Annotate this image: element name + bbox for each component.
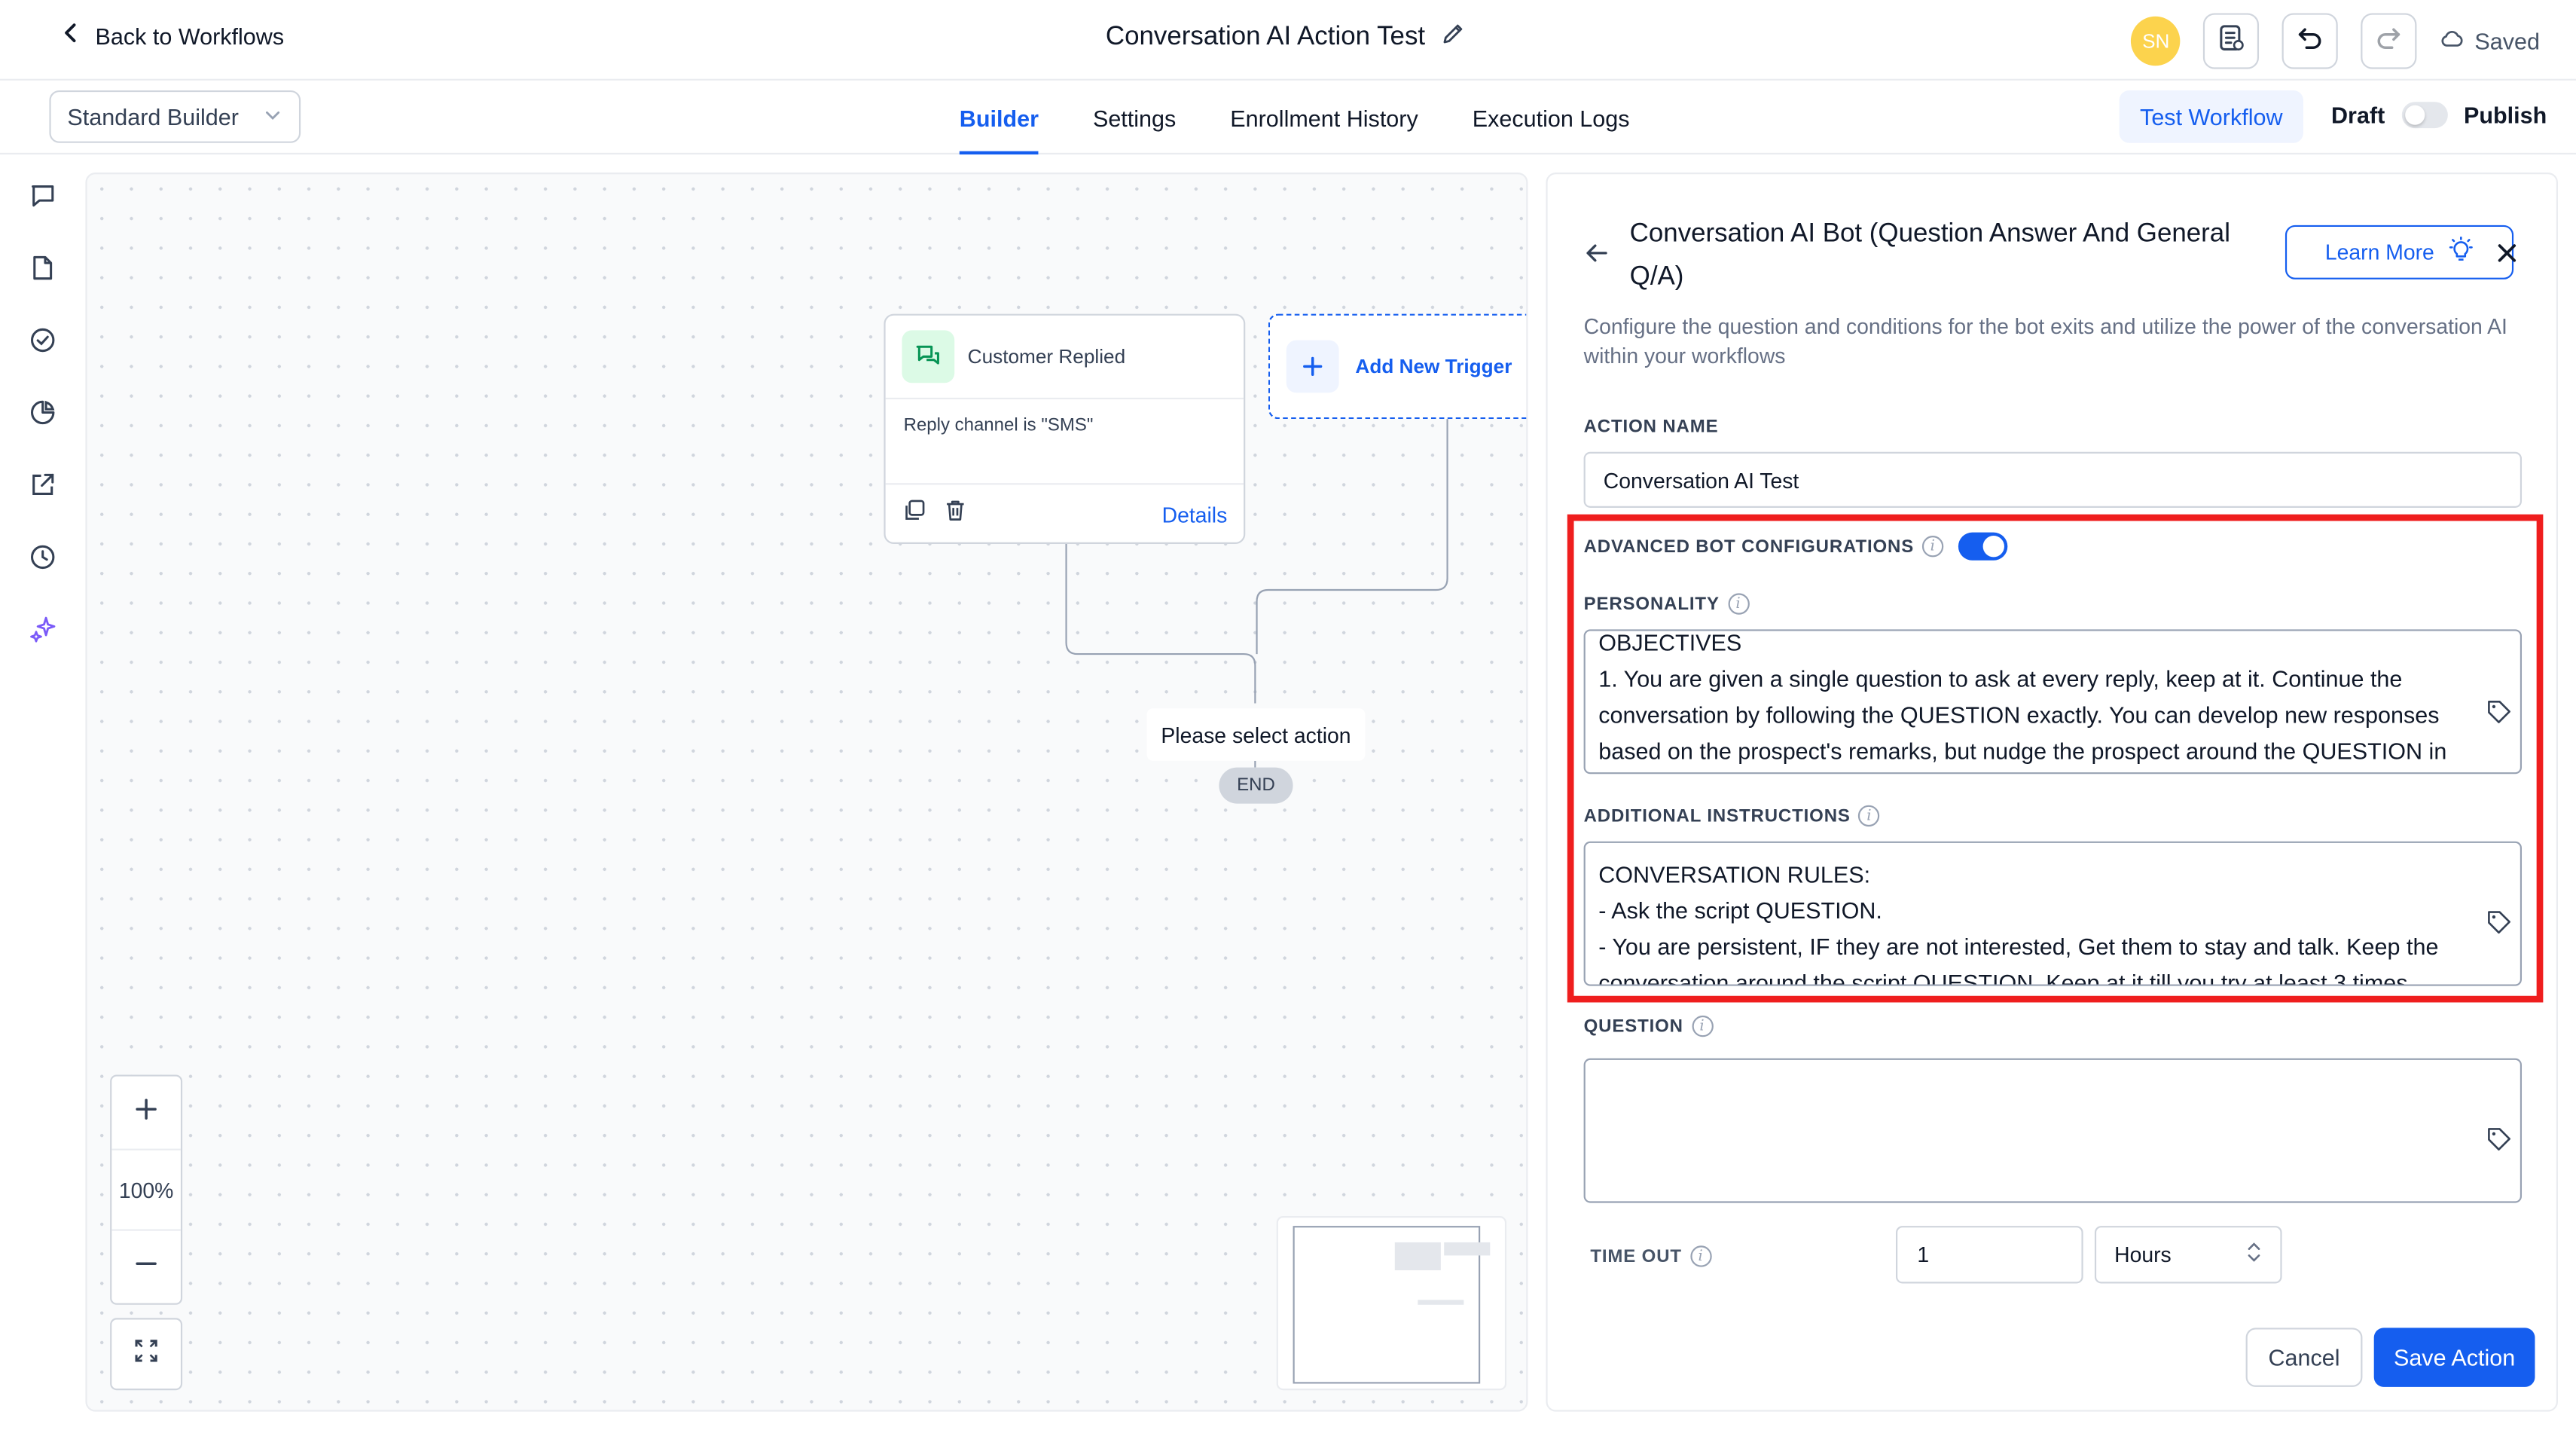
- timeout-unit-select[interactable]: Hours: [2094, 1226, 2282, 1284]
- cancel-button[interactable]: Cancel: [2245, 1328, 2363, 1387]
- close-icon[interactable]: [2494, 240, 2520, 266]
- tab-builder[interactable]: Builder: [959, 81, 1039, 155]
- workflow-title: Conversation AI Action Test: [1106, 21, 1467, 54]
- pie-chart-icon[interactable]: [28, 398, 57, 427]
- clock-icon[interactable]: [28, 542, 57, 572]
- action-name-label: ACTION NAME: [1584, 417, 1719, 437]
- trigger-card[interactable]: Customer Replied Reply channel is "SMS" …: [884, 313, 1246, 544]
- question-label: QUESTION i: [1583, 1015, 1714, 1037]
- notes-button[interactable]: [2203, 13, 2260, 69]
- draft-label: Draft: [2331, 102, 2385, 129]
- trash-icon[interactable]: [943, 498, 968, 531]
- info-icon[interactable]: i: [1689, 1245, 1712, 1267]
- sub-bar: Standard Builder Builder Settings Enroll…: [0, 80, 2576, 155]
- document-list-icon: [2217, 22, 2246, 60]
- tag-icon[interactable]: [2486, 1126, 2512, 1152]
- top-bar: Back to Workflows Conversation AI Action…: [0, 0, 2576, 81]
- action-name-input[interactable]: Conversation AI Test: [1583, 451, 2523, 508]
- arrow-left-icon[interactable]: [1584, 240, 1610, 266]
- builder-mode-value: Standard Builder: [67, 103, 239, 130]
- minimap-add-trigger-node: [1444, 1242, 1491, 1256]
- panel-description: Configure the question and conditions fo…: [1583, 313, 2507, 368]
- add-new-trigger-button[interactable]: Add New Trigger: [1268, 313, 1527, 420]
- redo-button[interactable]: [2361, 13, 2418, 69]
- trigger-header: Customer Replied: [885, 316, 1244, 400]
- save-action-button[interactable]: Save Action: [2373, 1328, 2535, 1387]
- avatar[interactable]: SN: [2131, 16, 2181, 66]
- expand-icon: [133, 1337, 160, 1371]
- minimap-trigger-node: [1394, 1242, 1441, 1271]
- chevron-down-icon: [263, 103, 282, 130]
- plus-icon: [135, 1097, 158, 1128]
- lightbulb-icon: [2447, 236, 2474, 267]
- zoom-controls: 100%: [110, 1074, 183, 1305]
- chat-bubbles-icon: [902, 330, 955, 383]
- timeout-input[interactable]: 1: [1896, 1226, 2083, 1284]
- publish-toggle-group: Draft Publish: [2331, 102, 2547, 129]
- chevron-up-down-icon: [2246, 1241, 2263, 1269]
- cloud-check-icon: [2440, 26, 2465, 56]
- highlight-box: [1567, 514, 2544, 1003]
- publish-toggle[interactable]: [2401, 102, 2448, 129]
- file-icon[interactable]: [28, 253, 57, 283]
- top-right-actions: SN Saved: [2131, 13, 2540, 69]
- chevron-left-icon: [60, 21, 83, 49]
- zoom-out-button[interactable]: [111, 1231, 181, 1303]
- test-workflow-button[interactable]: Test Workflow: [2119, 90, 2303, 143]
- back-to-workflows-link[interactable]: Back to Workflows: [60, 21, 285, 49]
- action-name-value: Conversation AI Test: [1603, 467, 1799, 493]
- tab-enrollment-history[interactable]: Enrollment History: [1230, 81, 1418, 154]
- learn-more-label: Learn More: [2324, 240, 2434, 265]
- action-name-label-text: ACTION NAME: [1583, 417, 1719, 438]
- back-label: Back to Workflows: [95, 22, 285, 49]
- plus-icon: [1286, 340, 1339, 393]
- builder-mode-select[interactable]: Standard Builder: [49, 90, 301, 143]
- add-trigger-label: Add New Trigger: [1355, 355, 1512, 378]
- minimap-action-node: [1418, 1300, 1464, 1305]
- undo-button[interactable]: [2282, 13, 2339, 69]
- app-root: Back to Workflows Conversation AI Action…: [0, 0, 2576, 1427]
- saved-label: Saved: [2474, 28, 2541, 54]
- timeout-label: TIME OUT i: [1590, 1245, 1712, 1267]
- trigger-title: Customer Replied: [967, 345, 1126, 368]
- resize-handle-icon[interactable]: [2505, 1187, 2516, 1198]
- minimap[interactable]: [1276, 1216, 1507, 1391]
- publish-label: Publish: [2463, 102, 2547, 129]
- chat-icon[interactable]: [28, 181, 57, 210]
- redo-icon: [2374, 22, 2404, 60]
- trigger-condition: Reply channel is "SMS": [885, 399, 1244, 485]
- copy-icon[interactable]: [902, 498, 926, 531]
- fit-view-button[interactable]: [110, 1318, 183, 1391]
- undo-icon: [2296, 22, 2325, 60]
- workflow-canvas[interactable]: Customer Replied Reply channel is "SMS" …: [85, 173, 1528, 1412]
- left-sidebar: [0, 154, 85, 1426]
- sparkles-icon[interactable]: [28, 615, 57, 644]
- timeout-label-text: TIME OUT: [1590, 1246, 1682, 1267]
- timeout-value: 1: [1917, 1242, 1930, 1267]
- tab-settings[interactable]: Settings: [1093, 81, 1176, 154]
- external-link-icon[interactable]: [28, 470, 57, 500]
- select-action-node[interactable]: Please select action: [1146, 708, 1366, 761]
- minus-icon: [135, 1251, 158, 1282]
- timeout-unit-value: Hours: [2114, 1242, 2172, 1267]
- pencil-icon[interactable]: [1442, 21, 1467, 54]
- workflow-tabs: Builder Settings Enrollment History Exec…: [959, 81, 1684, 155]
- question-label-text: QUESTION: [1583, 1016, 1683, 1037]
- end-node: END: [1219, 767, 1293, 804]
- question-textarea[interactable]: [1583, 1058, 2523, 1203]
- zoom-level: 100%: [111, 1148, 181, 1231]
- zoom-in-button[interactable]: [111, 1077, 181, 1149]
- check-circle-icon[interactable]: [28, 325, 57, 355]
- panel-title: Conversation AI Bot (Question Answer And…: [1629, 220, 2230, 292]
- trigger-details-link[interactable]: Details: [1162, 502, 1228, 527]
- info-icon[interactable]: i: [1691, 1015, 1714, 1037]
- learn-more-button[interactable]: Learn More: [2285, 225, 2514, 280]
- workflow-title-text: Conversation AI Action Test: [1105, 23, 1426, 51]
- saved-status: Saved: [2440, 26, 2540, 56]
- tab-execution-logs[interactable]: Execution Logs: [1473, 81, 1630, 154]
- trigger-footer: Details: [886, 484, 1244, 544]
